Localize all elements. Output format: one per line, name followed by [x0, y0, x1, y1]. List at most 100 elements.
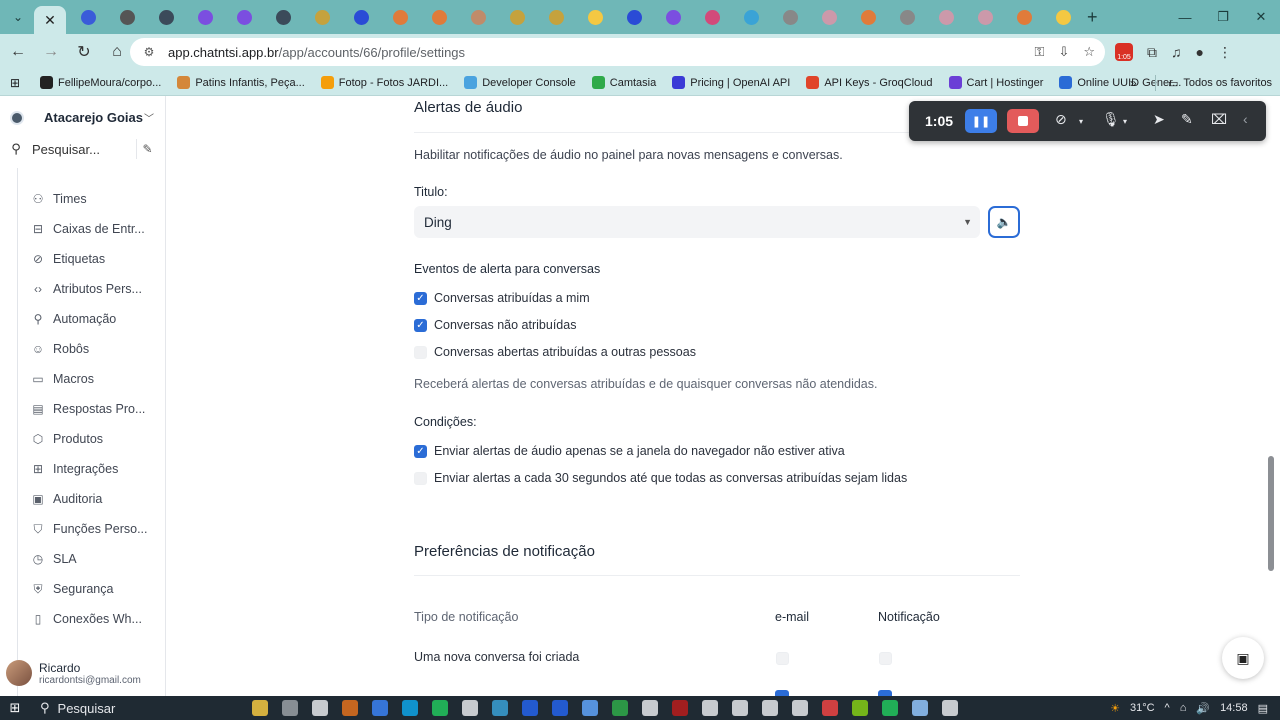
checkbox-checked[interactable]: ✓	[414, 318, 427, 332]
windows-start-icon[interactable]: ⊞	[0, 700, 30, 716]
bookmark-item[interactable]: Fotop - Fotos JARDI...	[320, 76, 448, 89]
bookmark-item[interactable]: Camtasia	[591, 76, 656, 89]
account-switcher[interactable]: Atacarejo Goias ﹀	[10, 110, 160, 125]
volume-icon[interactable]: 🔊	[1196, 702, 1210, 715]
browser-tab[interactable]	[76, 0, 100, 34]
email-checkbox[interactable]	[776, 652, 789, 665]
stop-button[interactable]	[1007, 109, 1039, 133]
browser-tab[interactable]	[583, 0, 607, 34]
taskbar-app-icon[interactable]	[942, 700, 958, 716]
push-checkbox[interactable]	[879, 652, 892, 665]
checkbox-unchecked[interactable]	[414, 345, 427, 359]
all-bookmarks-folder[interactable]: ▭ Todos os favoritos	[1168, 70, 1272, 96]
sidebar-item-etiquetas[interactable]: ⊘ Etiquetas	[30, 248, 160, 270]
checkbox-row[interactable]: ✓ Enviar alertas de áudio apenas se a jan…	[414, 442, 845, 460]
taskbar-app-icon[interactable]	[582, 700, 598, 716]
taskbar-app-icon[interactable]	[732, 700, 748, 716]
sidebar-item-integra-es[interactable]: ⊞ Integrações	[30, 458, 160, 480]
sidebar-item-fun-es-perso[interactable]: ⛉ Funções Perso...	[30, 518, 160, 540]
checkbox-checked[interactable]: ✓	[414, 291, 427, 305]
bookmark-item[interactable]: Pricing | OpenAI API	[672, 76, 790, 89]
taskbar-app-icon[interactable]	[912, 700, 928, 716]
page-scrollbar[interactable]	[1268, 456, 1274, 571]
taskbar-app-icon[interactable]	[492, 700, 508, 716]
browser-tab[interactable]	[1051, 0, 1075, 34]
tray-chevron-icon[interactable]: ^	[1165, 702, 1170, 714]
sidebar-item-macros[interactable]: ▭ Macros	[30, 368, 160, 390]
sidebar-item-automa-o[interactable]: ⚲ Automação	[30, 308, 160, 330]
taskbar-app-icon[interactable]	[462, 700, 478, 716]
browser-tab[interactable]	[661, 0, 685, 34]
clock[interactable]: 14:58	[1220, 702, 1248, 714]
active-tab-close-icon[interactable]: ✕	[34, 6, 66, 34]
close-window-icon[interactable]: ✕	[1238, 0, 1280, 34]
browser-tab[interactable]	[622, 0, 646, 34]
sidebar-item-sla[interactable]: ◷ SLA	[30, 548, 160, 570]
cursor-icon[interactable]: ➤	[1153, 111, 1165, 128]
tab-search-chevron-icon[interactable]: ⌄	[6, 5, 30, 29]
browser-tab[interactable]	[505, 0, 529, 34]
eraser-icon[interactable]: ⌧	[1211, 111, 1227, 128]
browser-tab[interactable]	[115, 0, 139, 34]
taskbar-app-icon[interactable]	[312, 700, 328, 716]
pen-icon[interactable]: ✎	[1181, 111, 1193, 128]
browser-tab[interactable]	[232, 0, 256, 34]
microphone-icon[interactable]: 🎙	[1102, 111, 1120, 128]
sidebar-item-seguran-a[interactable]: ⛨ Segurança	[30, 578, 160, 600]
sidebar-item-respostas-pro[interactable]: ▤ Respostas Pro...	[30, 398, 160, 420]
extensions-icon[interactable]: ⧉	[1147, 44, 1157, 61]
browser-tab[interactable]	[544, 0, 568, 34]
forward-icon[interactable]: →	[36, 37, 66, 67]
browser-tab[interactable]	[1012, 0, 1036, 34]
taskbar-app-icon[interactable]	[252, 700, 268, 716]
bookmark-item[interactable]: Developer Console	[464, 76, 576, 89]
taskbar-app-icon[interactable]	[522, 700, 538, 716]
browser-tab[interactable]	[856, 0, 880, 34]
taskbar-app-icon[interactable]	[552, 700, 568, 716]
taskbar-app-icon[interactable]	[762, 700, 778, 716]
network-icon[interactable]: ⌂	[1180, 702, 1187, 714]
compose-icon[interactable]: ✎	[136, 139, 158, 159]
bookmark-item[interactable]: API Keys - GroqCloud	[806, 76, 933, 89]
camera-off-icon[interactable]: ⊘	[1055, 111, 1067, 128]
bookmark-item[interactable]: FellipeMoura/corpo...	[40, 76, 161, 89]
back-icon[interactable]: ←	[3, 37, 33, 67]
sidebar-item-rob-s[interactable]: ☺ Robôs	[30, 338, 160, 360]
browser-tab[interactable]	[271, 0, 295, 34]
taskbar-app-icon[interactable]	[672, 700, 688, 716]
taskbar-app-icon[interactable]	[282, 700, 298, 716]
taskbar-app-icon[interactable]	[822, 700, 838, 716]
media-controls-icon[interactable]: ♫	[1171, 44, 1182, 60]
recorder-extension-icon[interactable]: 1:05	[1115, 43, 1133, 61]
browser-tab[interactable]	[349, 0, 373, 34]
sidebar-search[interactable]: ⚲ Pesquisar... ✎	[6, 136, 160, 162]
taskbar-app-icon[interactable]	[612, 700, 628, 716]
address-bar[interactable]: ⚙ app.chatntsi.app.br/app/accounts/66/pr…	[130, 38, 1105, 66]
taskbar-app-icon[interactable]	[882, 700, 898, 716]
browser-tab[interactable]	[934, 0, 958, 34]
chat-widget-icon[interactable]: ▣	[1222, 637, 1264, 679]
checkbox-unchecked[interactable]	[414, 471, 427, 485]
sidebar-item-times[interactable]: ⚇ Times	[30, 188, 160, 210]
new-tab-button[interactable]: +	[1087, 7, 1098, 28]
checkbox-row[interactable]: ✓ Conversas não atribuídas	[414, 316, 576, 334]
browser-tab[interactable]	[388, 0, 412, 34]
taskbar-app-icon[interactable]	[852, 700, 868, 716]
site-info-icon[interactable]: ⚙	[140, 43, 158, 61]
install-icon[interactable]: ⇩	[1058, 44, 1069, 60]
key-icon[interactable]: ⚿	[1035, 44, 1045, 60]
sidebar-item-produtos[interactable]: ⬡ Produtos	[30, 428, 160, 450]
sidebar-item-atributos-pers[interactable]: ‹› Atributos Pers...	[30, 278, 160, 300]
browser-tab[interactable]	[310, 0, 334, 34]
bookmark-item[interactable]: Cart | Hostinger	[948, 76, 1043, 89]
notifications-icon[interactable]: ▤	[1258, 702, 1268, 715]
bookmarks-overflow-icon[interactable]: »	[1130, 70, 1137, 96]
mic-options-chevron-icon[interactable]: ▾	[1123, 117, 1127, 126]
browser-tab[interactable]	[973, 0, 997, 34]
browser-tab[interactable]	[466, 0, 490, 34]
taskbar-search[interactable]: ⚲ Pesquisar	[40, 698, 230, 718]
bookmark-item[interactable]: Online UUID Gener...	[1059, 76, 1181, 89]
sidebar-item-auditoria[interactable]: ▣ Auditoria	[30, 488, 160, 510]
taskbar-app-icon[interactable]	[342, 700, 358, 716]
browser-tab[interactable]	[154, 0, 178, 34]
